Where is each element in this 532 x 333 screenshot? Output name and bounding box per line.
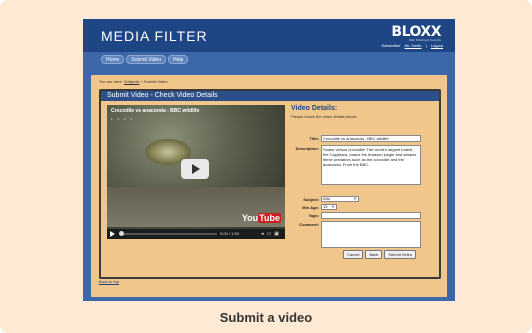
user-links: Subscriber Mr. Smith | Logout	[378, 43, 443, 48]
back-to-top-link[interactable]: Back to top	[99, 279, 119, 284]
subject-select[interactable]: Arts ▼	[321, 196, 359, 202]
separator: |	[425, 43, 427, 48]
title-label: Title:	[309, 136, 319, 141]
breadcrumb-prefix: You are here:	[99, 79, 123, 84]
comment-row: Comment:	[291, 221, 435, 251]
app-header: MEDIA FILTER BLOXX Web Filtering & Secur…	[83, 19, 455, 52]
subject-label: Subject:	[303, 197, 319, 202]
title-field[interactable]: Crocodile vs anaconda - BBC wildlife	[321, 135, 421, 142]
nav-submit-video[interactable]: Submit Video	[126, 55, 166, 64]
breadcrumb-current: > Submit Video	[140, 79, 168, 84]
title-row: Title: Crocodile vs anaconda - BBC wildl…	[291, 135, 435, 143]
chevron-down-icon: ▼	[331, 204, 335, 209]
details-note: Please check the video details below.	[291, 114, 358, 119]
youtube-logo: YouTube	[242, 213, 281, 223]
submit-panel: Submit Video - Check Video Details Croco…	[99, 89, 441, 279]
min-age-value: 15	[323, 204, 328, 209]
content-area: You are here: Subjects > Submit Video Su…	[91, 75, 447, 297]
progress-knob[interactable]	[119, 231, 124, 236]
comment-label: Comment:	[299, 222, 319, 227]
youtube-logo-you: You	[241, 213, 259, 223]
details-heading: Video Details:	[291, 105, 338, 112]
submit-video-button[interactable]: Submit Video	[384, 250, 417, 259]
player-controls: 0:00 / 1:53 ◂▭▣	[107, 229, 285, 239]
subject-value: Arts	[323, 196, 331, 201]
rating-dots: • • • •	[111, 116, 134, 121]
fullscreen-icon[interactable]: ▣	[274, 231, 282, 237]
play-icon[interactable]	[181, 159, 209, 179]
figure-frame: MEDIA FILTER BLOXX Web Filtering & Secur…	[0, 0, 532, 333]
player-icons: ◂▭▣	[261, 231, 282, 237]
subscriber-label: Subscriber	[381, 43, 401, 48]
breadcrumb: You are here: Subjects > Submit Video	[99, 79, 168, 84]
video-details: Video Details: Please check the video de…	[291, 105, 435, 259]
nav-help[interactable]: Help	[168, 55, 189, 64]
nav-bar: Home Submit Video Help	[101, 55, 189, 64]
nav-home[interactable]: Home	[101, 55, 125, 64]
tags-field[interactable]	[321, 212, 421, 219]
min-age-row: Min Age: 15 ▼	[291, 204, 435, 211]
control-play-icon[interactable]	[110, 231, 115, 237]
action-buttons: Cancel Back Submit Video	[343, 250, 417, 259]
tags-label: Tags:	[308, 213, 319, 218]
figure-caption: Submit a video	[219, 310, 313, 325]
comment-field[interactable]	[321, 221, 421, 248]
description-label: Description:	[295, 146, 319, 151]
logout-link[interactable]: Logout	[431, 43, 443, 48]
user-name-link[interactable]: Mr. Smith	[405, 43, 422, 48]
description-row: Description: Snake versus crocodile! The…	[291, 145, 435, 187]
breadcrumb-subjects-link[interactable]: Subjects	[124, 79, 139, 84]
logo-tagline: Web Filtering & Security	[408, 38, 441, 42]
subject-row: Subject: Arts ▼	[291, 196, 435, 203]
screenshot: MEDIA FILTER BLOXX Web Filtering & Secur…	[83, 19, 455, 301]
progress-bar[interactable]	[121, 233, 217, 235]
time-display: 0:00 / 1:53	[220, 231, 239, 236]
tags-row: Tags:	[291, 212, 435, 220]
description-field[interactable]: Snake versus crocodile! The world's larg…	[321, 145, 421, 185]
video-title: Crocodile vs anaconda - BBC wildlife	[111, 108, 200, 114]
min-age-label: Min Age:	[302, 205, 319, 210]
chevron-down-icon: ▼	[353, 196, 357, 201]
app-title: MEDIA FILTER	[101, 28, 208, 44]
back-button[interactable]: Back	[365, 250, 383, 259]
panel-title: Submit Video - Check Video Details	[101, 91, 439, 101]
cancel-button[interactable]: Cancel	[343, 250, 364, 259]
min-age-select[interactable]: 15 ▼	[321, 204, 337, 210]
video-player[interactable]: Crocodile vs anaconda - BBC wildlife • •…	[107, 105, 285, 239]
youtube-logo-tube: Tube	[258, 213, 281, 223]
